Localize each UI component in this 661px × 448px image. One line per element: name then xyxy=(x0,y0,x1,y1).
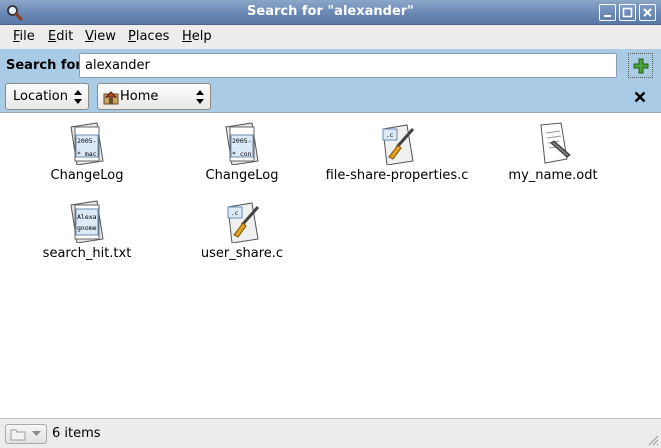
location-value: Home xyxy=(120,89,159,104)
updown-arrow-icon xyxy=(196,90,204,104)
maximize-button[interactable] xyxy=(619,4,636,21)
criterion-type-select[interactable]: Location xyxy=(5,83,89,110)
file-item[interactable]: .c file-share-properties.c xyxy=(322,121,472,183)
file-item[interactable]: .c user_share.c xyxy=(167,199,317,261)
close-icon xyxy=(643,8,652,17)
menu-bar: File Edit View Places Help xyxy=(0,25,661,49)
menu-edit[interactable]: Edit xyxy=(48,29,73,44)
c-source-icon: .c xyxy=(382,124,415,165)
file-name: file-share-properties.c xyxy=(325,168,469,183)
save-results-button[interactable] xyxy=(5,424,47,444)
minimize-icon xyxy=(604,15,611,17)
c-source-icon: .c xyxy=(227,202,260,243)
folder-icon xyxy=(10,429,26,441)
file-name: ChangeLog xyxy=(50,168,124,183)
text-file-icon: 2005- * con xyxy=(225,122,259,165)
file-name: my_name.odt xyxy=(508,168,598,183)
home-folder-icon xyxy=(103,91,119,105)
chevron-down-icon xyxy=(32,431,41,436)
window-title: Search for "alexander" xyxy=(247,4,414,19)
file-item[interactable]: Alexa gnome search_hit.txt xyxy=(12,199,162,261)
close-window-button[interactable] xyxy=(639,4,656,21)
resize-grip-icon[interactable] xyxy=(647,434,659,446)
file-item[interactable]: my_name.odt xyxy=(478,121,628,183)
status-bar: 6 items xyxy=(0,418,661,448)
file-name: user_share.c xyxy=(200,246,284,261)
status-text: 6 items xyxy=(52,426,101,441)
file-name: search_hit.txt xyxy=(42,246,132,261)
file-item[interactable]: 2005- * mac ChangeLog xyxy=(12,121,162,183)
file-item[interactable]: 2005- * con ChangeLog xyxy=(167,121,317,183)
svg-text:.c: .c xyxy=(231,210,239,217)
menu-view[interactable]: View xyxy=(85,29,116,44)
menu-file[interactable]: File xyxy=(13,29,35,44)
maximize-icon xyxy=(622,7,633,18)
text-file-icon: 2005- * mac xyxy=(70,122,104,165)
menu-places[interactable]: Places xyxy=(128,29,169,44)
svg-text:.c: .c xyxy=(386,132,394,139)
remove-criterion-icon[interactable] xyxy=(634,91,646,103)
svg-text:* con: * con xyxy=(232,150,252,158)
criterion-type-value: Location xyxy=(13,89,68,104)
add-criterion-button[interactable] xyxy=(628,53,653,78)
updown-arrow-icon xyxy=(74,90,82,104)
search-bar: Search for: Location Home xyxy=(0,49,661,112)
svg-text:2005-: 2005- xyxy=(232,137,252,145)
file-name: ChangeLog xyxy=(205,168,279,183)
location-select[interactable]: Home xyxy=(97,83,211,110)
search-label: Search for: xyxy=(6,58,88,73)
svg-text:* mac: * mac xyxy=(77,150,97,158)
title-bar: Search for "alexander" xyxy=(0,0,661,25)
svg-text:2005-: 2005- xyxy=(77,137,97,145)
menu-help[interactable]: Help xyxy=(182,29,212,44)
add-icon xyxy=(633,58,649,74)
search-input[interactable] xyxy=(79,53,617,78)
minimize-button[interactable] xyxy=(599,4,616,21)
results-icon-view[interactable]: 2005- * mac ChangeLog 2005- * con Change… xyxy=(0,112,661,418)
svg-text:Alexa: Alexa xyxy=(77,213,97,221)
svg-text:gnome: gnome xyxy=(77,224,97,232)
text-file-icon: Alexa gnome xyxy=(70,200,104,243)
document-icon xyxy=(540,122,571,164)
